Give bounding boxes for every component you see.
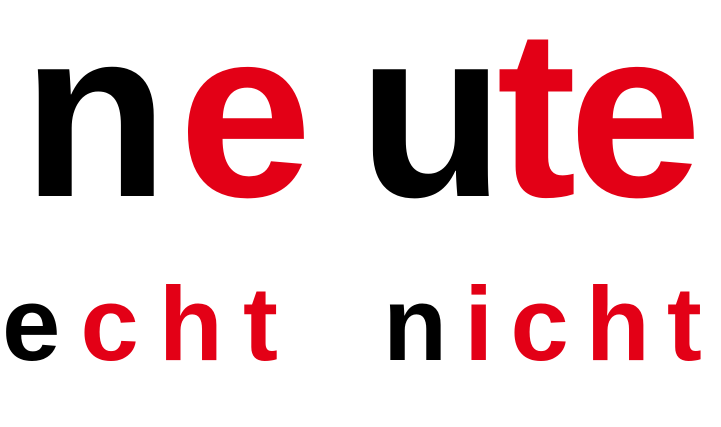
word-ne: ne [22, 0, 322, 233]
word-echt: echt [2, 272, 298, 377]
letters-red: te [496, 0, 702, 247]
letter-black: n [383, 266, 465, 383]
letters-red: e [178, 0, 323, 247]
letter-black: u [358, 0, 505, 247]
letter-black: n [22, 0, 179, 247]
word-ute: ute [358, 0, 702, 233]
letter-black: e [2, 266, 81, 383]
word-nicht: nicht [383, 272, 719, 377]
letters-red: icht [464, 266, 719, 383]
letters-red: cht [80, 266, 298, 383]
